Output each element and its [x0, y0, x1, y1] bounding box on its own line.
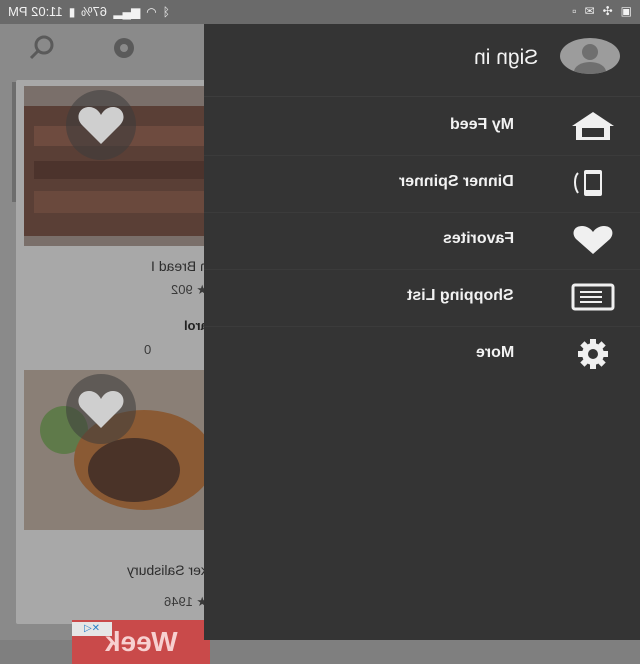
background-app: n Bread I 902 ★ arol 0 ker Salisbury 194… [0, 24, 216, 664]
recipe-rating: 902 ★ [171, 282, 208, 297]
favorite-button[interactable] [66, 374, 136, 444]
menu-item-shopping-list[interactable]: Shopping List [204, 269, 640, 327]
search-icon[interactable] [28, 34, 56, 62]
home-icon [572, 112, 614, 140]
menu-item-my-feed[interactable]: My Feed [204, 98, 640, 156]
gear-icon[interactable] [110, 34, 138, 62]
user-icon [574, 44, 606, 74]
sign-in-row[interactable]: Sign in [204, 24, 640, 97]
signal-icon: ▂▄▆ [113, 4, 141, 19]
menu-item-more[interactable]: More [204, 326, 640, 383]
menu-label: More [475, 344, 514, 361]
ad-close-icon[interactable]: ▷✕ [72, 622, 112, 636]
avatar [560, 38, 620, 74]
image-icon: ▣ [620, 4, 632, 18]
recipe-card[interactable]: n Bread I 902 ★ arol 0 [16, 80, 216, 380]
battery-percent: 67% [81, 4, 108, 19]
menu-item-favorites[interactable]: Favorites [204, 212, 640, 270]
status-time: 11:02 PM [8, 4, 63, 19]
heart-icon [78, 391, 124, 428]
navigation-drawer: Sign in My Feed Dinner Spinner Favorites… [204, 0, 640, 640]
menu-label: My Feed [449, 116, 514, 133]
recipe-title: n Bread I [151, 258, 208, 274]
wifi-icon: ◠ [146, 4, 157, 19]
gear-icon [578, 339, 608, 369]
notification-icon: ▫ [572, 4, 577, 18]
menu-item-dinner-spinner[interactable]: Dinner Spinner [204, 155, 640, 213]
mail-icon: ✉ [584, 4, 595, 18]
recipe-card[interactable]: ker Salisbury 1946 ★ [16, 364, 216, 624]
battery-icon: ▮ [68, 4, 76, 19]
recipe-rating: 1946 ★ [163, 594, 208, 609]
sign-in-label: Sign in [473, 46, 538, 69]
heart-icon [573, 226, 613, 254]
status-bar: 11:02 PM ▮ 67% ▂▄▆ ◠ ᛒ ▫ ✉ ✣ ▣ [0, 0, 640, 24]
list-icon [571, 283, 615, 311]
recipe-title: ker Salisbury [127, 562, 208, 578]
fan-icon: ✣ [602, 4, 613, 18]
phone-spinner-icon [574, 170, 602, 196]
menu-label: Dinner Spinner [399, 173, 514, 190]
heart-icon [78, 107, 124, 144]
bluetooth-icon: ᛒ [162, 4, 170, 19]
favorite-button[interactable] [66, 90, 136, 160]
menu-label: Favorites [442, 230, 514, 247]
recipe-count: 0 [144, 342, 152, 357]
menu-label: Shopping List [407, 287, 514, 304]
app-toolbar [0, 24, 210, 72]
